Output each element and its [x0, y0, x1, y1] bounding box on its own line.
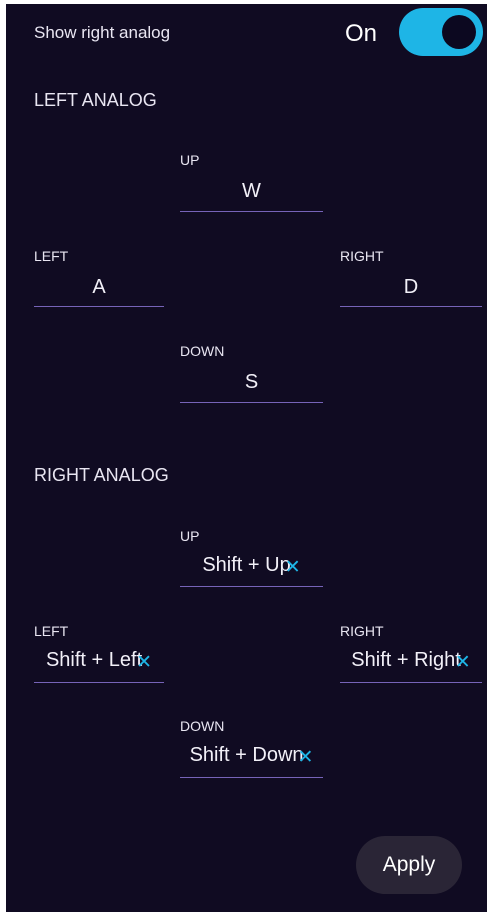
field-value: D	[403, 276, 419, 298]
field-value: A	[92, 276, 106, 298]
field-value: Shift + Left	[45, 649, 143, 671]
field-value: Shift + Down	[189, 744, 304, 766]
left-analog-left-field[interactable]: LEFT A	[34, 248, 164, 307]
left-analog-up-field[interactable]: UP W	[180, 152, 323, 212]
field-label: LEFT	[34, 248, 69, 264]
close-icon[interactable]: ✕	[455, 651, 471, 674]
left-analog-down-field[interactable]: DOWN S	[180, 343, 323, 403]
field-value: Shift + Right	[351, 649, 461, 671]
field-label: RIGHT	[340, 248, 384, 264]
field-label: UP	[180, 152, 200, 168]
right-analog-up-field[interactable]: UP Shift + Up✕	[180, 528, 323, 587]
field-value: W	[242, 180, 261, 202]
left-analog-title: LEFT ANALOG	[34, 90, 157, 110]
field-label: RIGHT	[340, 623, 384, 639]
right-analog-down-field[interactable]: DOWN Shift + Down✕	[180, 718, 323, 778]
field-value: S	[244, 371, 259, 393]
field-label: UP	[180, 528, 200, 544]
field-label: DOWN	[180, 718, 225, 734]
show-right-analog-label: Show right analog	[34, 23, 171, 42]
field-value-wrap: Shift + Right✕	[340, 649, 482, 674]
close-icon[interactable]: ✕	[285, 556, 301, 579]
field-label: LEFT	[34, 623, 69, 639]
show-right-analog-toggle[interactable]	[399, 8, 483, 56]
field-label: DOWN	[180, 343, 225, 359]
right-analog-right-field[interactable]: RIGHT Shift + Right✕	[340, 623, 482, 683]
field-value: Shift + Up	[202, 554, 291, 576]
field-value-wrap: Shift + Up✕	[180, 554, 323, 579]
close-icon[interactable]: ✕	[298, 746, 314, 769]
left-analog-right-field[interactable]: RIGHT D	[340, 248, 482, 307]
right-analog-left-field[interactable]: LEFT Shift + Left✕	[34, 623, 164, 683]
field-value-wrap: Shift + Left✕	[34, 649, 164, 674]
toggle-state-text: On	[345, 20, 378, 47]
close-icon[interactable]: ✕	[136, 651, 152, 674]
field-value-wrap: Shift + Down✕	[180, 744, 323, 769]
apply-button[interactable]: Apply	[356, 836, 462, 894]
settings-panel: Show right analog On LEFT ANALOG UP W LE…	[6, 4, 487, 912]
toggle-knob	[442, 15, 476, 49]
right-analog-title: RIGHT ANALOG	[34, 465, 169, 485]
